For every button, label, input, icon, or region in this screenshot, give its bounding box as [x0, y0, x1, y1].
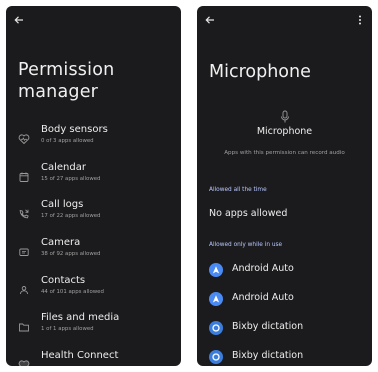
permission-label: Call logs	[41, 199, 84, 211]
app-label: Android Auto	[232, 263, 294, 274]
app-item-bixby-dictation[interactable]: Bixby dictation	[209, 349, 369, 365]
android-auto-icon	[209, 291, 223, 306]
calendar-icon	[18, 168, 30, 182]
no-apps-text: No apps allowed	[209, 208, 288, 219]
microphone-permission-screen: Microphone Microphone Apps with this per…	[197, 6, 372, 366]
permission-label: Contacts	[41, 274, 86, 286]
permission-item-body-sensors[interactable]: Body sensors 0 of 3 apps allowed	[6, 122, 181, 160]
permission-label: Files and media	[41, 312, 120, 324]
android-auto-icon	[209, 262, 223, 277]
page-title: Permission manager	[18, 60, 115, 102]
app-label: Bixby dictation	[232, 321, 304, 332]
permission-status: 44 of 101 apps allowed	[41, 288, 104, 295]
back-arrow-icon[interactable]	[14, 14, 28, 28]
page-title: Microphone	[209, 62, 311, 82]
permission-name: Microphone	[256, 126, 313, 137]
section-header-always: Allowed all the time	[209, 187, 267, 193]
permission-item-calendar[interactable]: Calendar 15 of 27 apps allowed	[6, 160, 181, 198]
permission-status: 1 of 1 apps allowed	[41, 326, 94, 333]
app-item-android-auto[interactable]: Android Auto	[209, 291, 369, 307]
app-label: Bixby dictation	[232, 350, 304, 361]
permission-status: 15 of 27 apps allowed	[41, 175, 101, 182]
permission-list: Body sensors 0 of 3 apps allowed Calenda…	[6, 122, 181, 366]
back-arrow-icon[interactable]	[205, 14, 219, 28]
permission-status: 38 of 92 apps allowed	[41, 251, 101, 258]
app-item-bixby-dictation[interactable]: Bixby dictation	[209, 320, 369, 336]
bixby-icon	[209, 320, 223, 335]
app-item-android-auto[interactable]: Android Auto	[209, 262, 369, 278]
permission-description: Apps with this permission can record aud…	[224, 150, 345, 156]
permission-status: 0 of 3 apps allowed	[41, 138, 94, 144]
microphone-icon	[280, 109, 290, 123]
permission-item-contacts[interactable]: Contacts 44 of 101 apps allowed	[6, 273, 181, 311]
permission-label: Calendar	[41, 161, 86, 173]
permission-item-health-connect[interactable]: Health Connect	[6, 348, 181, 366]
health-connect-icon	[18, 356, 30, 366]
permission-item-call-logs[interactable]: Call logs 17 of 22 apps allowed	[6, 197, 181, 235]
permission-manager-screen: Permission manager Body sensors 0 of 3 a…	[6, 6, 181, 366]
permission-item-files-and-media[interactable]: Files and media 1 of 1 apps allowed	[6, 310, 181, 348]
folder-icon	[18, 318, 30, 332]
permission-label: Camera	[41, 237, 81, 249]
contacts-icon	[18, 281, 30, 294]
permission-label: Health Connect	[41, 350, 119, 362]
permission-label: Body sensors	[41, 124, 108, 135]
camera-icon	[18, 243, 30, 257]
call-log-icon	[18, 205, 30, 219]
permission-status: 17 of 22 apps allowed	[41, 213, 101, 220]
app-label: Android Auto	[232, 292, 294, 303]
bixby-icon	[209, 349, 223, 364]
permission-item-camera[interactable]: Camera 38 of 92 apps allowed	[6, 235, 181, 273]
section-header-while-in-use: Allowed only while in use	[209, 242, 283, 248]
heart-pulse-icon	[18, 130, 30, 145]
more-options-icon[interactable]	[356, 14, 364, 28]
